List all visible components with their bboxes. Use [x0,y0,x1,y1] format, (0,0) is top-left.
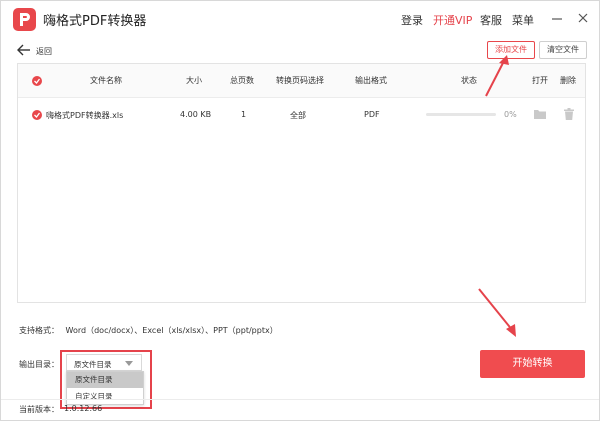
file-table: 文件名称 大小 总页数 转换页码选择 输出格式 状态 打开 删除 嗨格式PDF转… [17,63,586,303]
file-size: 4.00 KB [180,110,212,119]
support-link[interactable]: 客服 [480,12,502,28]
col-format: 输出格式 [355,76,387,85]
output-dir-value: 原文件目录 [74,360,112,369]
col-filename: 文件名称 [90,76,122,85]
row-checkbox[interactable] [32,110,42,120]
file-name: 嗨格式PDF转换器.xls [46,111,124,120]
table-header: 文件名称 大小 总页数 转换页码选择 输出格式 状态 打开 删除 [18,64,585,98]
col-page-select: 转换页码选择 [276,76,324,85]
col-size: 大小 [186,76,202,85]
col-open: 打开 [532,76,548,85]
select-all-checkbox[interactable] [32,76,42,86]
col-delete: 删除 [560,76,576,85]
formats-label: 支持格式： [19,326,59,335]
page-select[interactable]: 全部 [290,110,306,121]
dropdown-option-original[interactable]: 原文件目录 [67,372,143,388]
minimize-icon[interactable] [549,10,565,26]
add-file-button[interactable]: 添加文件 [487,41,535,59]
chevron-down-icon [125,361,133,366]
trash-icon[interactable] [564,108,574,120]
table-row[interactable]: 嗨格式PDF转换器.xls 4.00 KB 1 全部 PDF 0% [18,98,585,132]
output-format[interactable]: PDF [364,110,380,119]
col-status: 状态 [461,76,477,85]
clear-files-button[interactable]: 清空文件 [539,41,587,59]
progress-label: 0% [504,110,517,119]
login-link[interactable]: 登录 [401,12,423,28]
app-window: 嗨格式PDF转换器 登录 开通VIP 客服 菜单 返回 添加文件 清空文件 文件… [0,0,600,421]
title-bar: 嗨格式PDF转换器 登录 开通VIP 客服 菜单 [1,1,599,37]
close-icon[interactable] [575,10,591,26]
formats-value: Word（doc/docx）、Excel（xls/xlsx）、PPT（ppt/p… [65,326,278,335]
back-label: 返回 [36,47,52,56]
output-dir-label: 输出目录： [19,360,59,369]
arrow-left-icon [17,44,30,56]
version-value: 1.0.12.66 [64,404,103,413]
output-dir-select[interactable]: 原文件目录 [66,354,142,371]
page-count: 1 [241,110,247,119]
start-convert-button[interactable]: 开始转换 [480,350,585,378]
app-logo-icon [13,8,36,31]
progress-bar [426,113,496,116]
menu-link[interactable]: 菜单 [512,12,534,28]
app-title: 嗨格式PDF转换器 [43,14,147,29]
dropdown-option-custom[interactable]: 自定义目录 [67,389,143,405]
footer-divider [1,399,599,400]
vip-link[interactable]: 开通VIP [433,12,472,28]
col-pages: 总页数 [230,76,254,85]
supported-formats: 支持格式： Word（doc/docx）、Excel（xls/xlsx）、PPT… [19,325,278,336]
version-label: 当前版本： [19,405,59,414]
folder-icon[interactable] [534,109,546,119]
